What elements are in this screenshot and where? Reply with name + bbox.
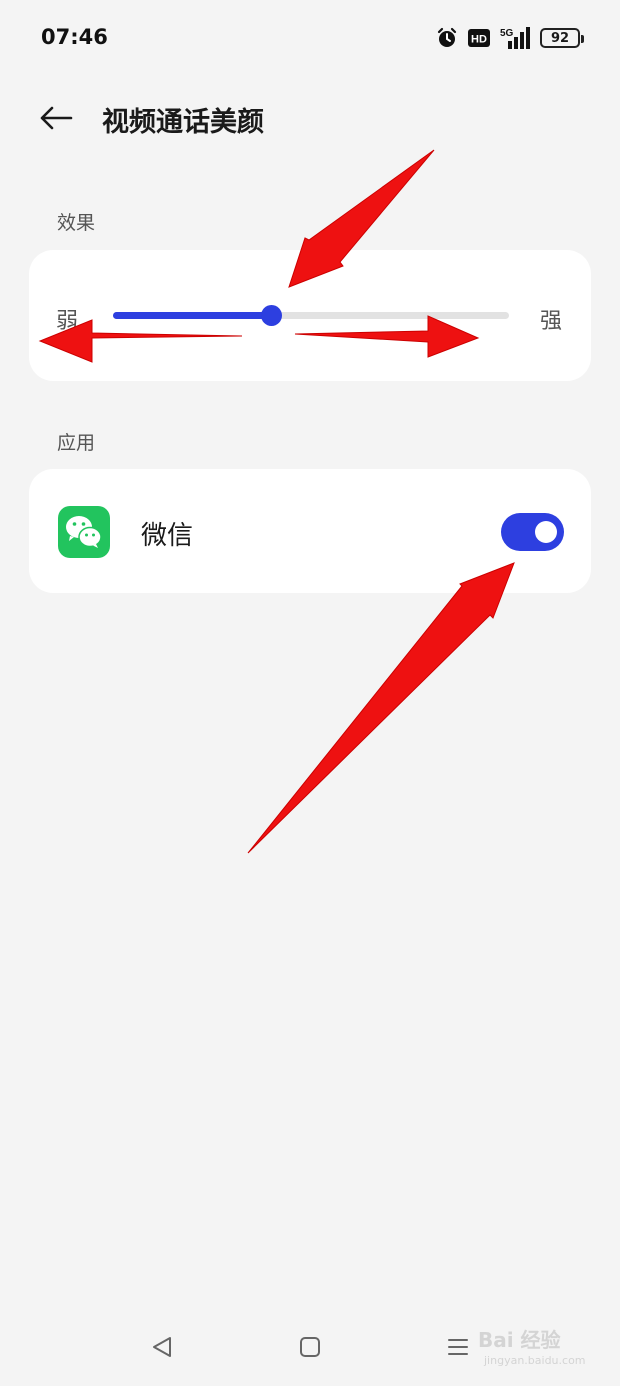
wechat-icon	[58, 506, 110, 558]
battery-level: 92	[550, 30, 570, 46]
network-label: 5G	[500, 28, 514, 39]
watermark-subtext: jingyan.baidu.com	[484, 1354, 586, 1367]
toggle-knob	[535, 521, 557, 543]
annotation-arrow-to-toggle	[247, 562, 515, 854]
home-square-icon	[300, 1337, 320, 1357]
back-triangle-icon	[153, 1337, 171, 1357]
arrow-left-icon	[40, 106, 73, 130]
app-row-wechat: 微信	[29, 469, 591, 593]
slider-thumb[interactable]	[261, 305, 283, 326]
watermark-text: Bai 经验	[478, 1328, 561, 1352]
slider-fill	[113, 312, 272, 319]
status-bar: 07:46 HD 5G 92	[0, 0, 620, 76]
header: 视频通话美颜	[0, 86, 620, 150]
alarm-icon	[436, 27, 458, 49]
signal-5g-icon: 5G	[500, 27, 530, 49]
effect-slider-card: 弱 强	[29, 250, 591, 381]
slider-min-label: 弱	[56, 309, 79, 334]
hd-label: HD	[471, 34, 487, 46]
nav-home-button[interactable]	[290, 1332, 330, 1362]
apps-section-label: 应用	[57, 432, 96, 454]
baidu-watermark: Bai 经验 jingyan.baidu.com	[478, 1318, 598, 1374]
effect-slider[interactable]	[113, 305, 509, 326]
hd-icon: HD	[468, 29, 490, 47]
slider-max-label: 强	[539, 309, 562, 334]
status-time: 07:46	[41, 25, 108, 49]
app-name: 微信	[141, 521, 194, 551]
back-button[interactable]	[34, 96, 78, 140]
effect-section-label: 效果	[57, 212, 96, 234]
status-icons: HD 5G 92	[436, 24, 584, 52]
page-title: 视频通话美颜	[102, 107, 264, 138]
battery-icon: 92	[540, 28, 584, 48]
nav-back-button[interactable]	[142, 1332, 182, 1362]
nav-menu-button[interactable]	[438, 1332, 478, 1362]
menu-lines-icon	[448, 1339, 468, 1355]
wechat-toggle[interactable]	[501, 513, 564, 551]
